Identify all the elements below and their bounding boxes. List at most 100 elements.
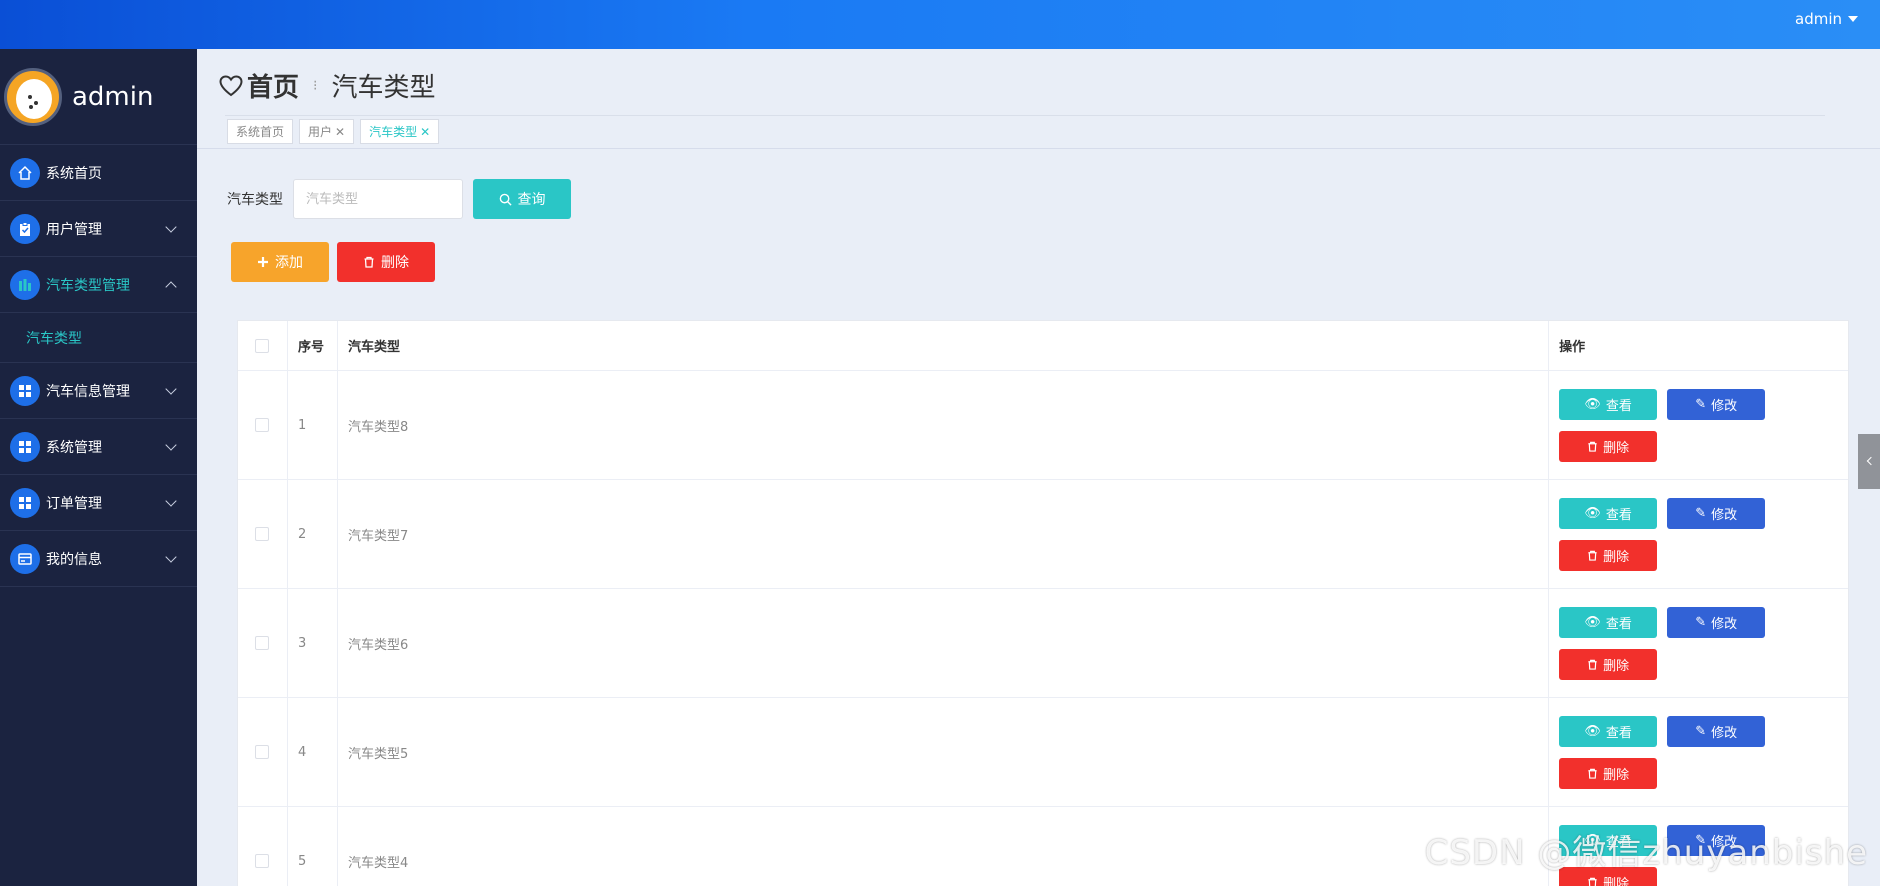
row-checkbox[interactable] [255, 745, 270, 759]
bulk-delete-button-label: 删除 [381, 255, 409, 271]
main-content: 首页 ⁝ 汽车类型 系统首页 用户 ✕ 汽车类型 ✕ 汽车类型 查询 [197, 49, 1880, 886]
edit-button[interactable]: ✎ 修改 [1667, 497, 1766, 529]
sidebar-item-label: 订单管理 [46, 495, 102, 512]
sidebar-item-home[interactable]: 系统首页 [0, 145, 197, 201]
sidebar-item-car-type-management[interactable]: 汽车类型管理 [0, 257, 197, 313]
search-button[interactable]: 查询 [473, 179, 571, 219]
row-index: 3 [288, 589, 338, 697]
edit-button-label: 修改 [1711, 725, 1738, 741]
tag-label: 用户 [308, 125, 333, 139]
sidebar-item-order-management[interactable]: 订单管理 [0, 475, 197, 531]
row-checkbox[interactable] [255, 527, 270, 541]
edit-button[interactable]: ✎ 修改 [1667, 715, 1766, 747]
search-bar: 汽车类型 查询 [227, 179, 571, 219]
row-checkbox[interactable] [255, 636, 270, 650]
delete-button[interactable]: 删除 [1559, 757, 1658, 789]
row-actions: 👁 查看 ✎ 修改 删除 [1549, 589, 1848, 697]
view-button[interactable]: 👁 查看 [1559, 715, 1658, 747]
row-checkbox-cell [238, 589, 288, 697]
select-all-checkbox[interactable] [255, 338, 270, 353]
sidebar-item-user-management[interactable]: 用户管理 [0, 201, 197, 257]
row-index: 1 [288, 371, 338, 479]
table-row: 2 汽车类型7 👁 查看 ✎ 修改 删除 [238, 480, 1848, 589]
avatar-eye [34, 100, 38, 105]
add-button[interactable]: 添加 [231, 242, 329, 282]
close-icon[interactable]: ✕ [420, 125, 430, 139]
row-type: 汽车类型4 [338, 807, 1550, 886]
tags-view: 系统首页 用户 ✕ 汽车类型 ✕ [227, 119, 440, 144]
avatar-eye [29, 104, 33, 109]
row-type: 汽车类型6 [338, 589, 1550, 697]
top-bar: admin [0, 0, 1880, 49]
add-button-label: 添加 [275, 255, 303, 271]
view-button[interactable]: 👁 查看 [1559, 497, 1658, 529]
sidebar-item-label: 我的信息 [46, 551, 102, 568]
toolbar: 添加 删除 [231, 242, 435, 282]
close-icon[interactable]: ✕ [335, 125, 345, 139]
watermark: CSDN @微信zhuyanbishe [1424, 833, 1868, 873]
edit-icon: ✎ [1695, 614, 1707, 630]
eye-icon: 👁 [1584, 723, 1601, 739]
delete-button[interactable]: 删除 [1559, 539, 1658, 571]
delete-button-label: 删除 [1603, 440, 1630, 456]
row-type: 汽车类型8 [338, 371, 1550, 479]
sidebar-item-my-info[interactable]: 我的信息 [0, 531, 197, 587]
row-checkbox[interactable] [255, 418, 270, 432]
delete-button[interactable]: 删除 [1559, 648, 1658, 680]
row-checkbox[interactable] [255, 854, 270, 868]
sidebar-subitem-car-type[interactable]: 汽车类型 [0, 313, 197, 363]
plus-icon [258, 257, 268, 267]
eye-icon: 👁 [1584, 396, 1601, 412]
data-table: 序号 汽车类型 操作 1 汽车类型8 👁 查看 ✎ 修改 删除 2 汽车类型7 👁 查… [237, 320, 1849, 886]
chevron-down-icon [165, 221, 177, 233]
chevron-down-icon [165, 551, 177, 563]
view-button[interactable]: 👁 查看 [1559, 388, 1658, 420]
search-button-label: 查询 [517, 192, 546, 208]
trash-icon [1588, 659, 1597, 670]
heart-icon [219, 74, 243, 96]
sidebar-item-label: 系统首页 [46, 165, 102, 182]
chevron-down-icon [165, 495, 177, 507]
bulk-delete-button[interactable]: 删除 [337, 242, 435, 282]
delete-button[interactable]: 删除 [1559, 430, 1658, 462]
settings-drawer-handle[interactable] [1858, 434, 1880, 489]
view-button[interactable]: 👁 查看 [1559, 606, 1658, 638]
eye-icon: 👁 [1584, 505, 1601, 521]
edit-button[interactable]: ✎ 修改 [1667, 388, 1766, 420]
chevron-up-icon [165, 281, 177, 293]
sidebar-item-label: 汽车信息管理 [46, 383, 130, 400]
tag-system-home[interactable]: 系统首页 [227, 119, 294, 144]
edit-button-label: 修改 [1711, 398, 1738, 414]
header-checkbox-cell [238, 321, 288, 370]
trash-icon [1588, 441, 1597, 452]
table-row: 3 汽车类型6 👁 查看 ✎ 修改 删除 [238, 589, 1848, 698]
breadcrumb-current: 汽车类型 [331, 73, 436, 103]
user-menu[interactable]: admin [1795, 10, 1858, 28]
delete-button-label: 删除 [1603, 549, 1630, 565]
table-row: 1 汽车类型8 👁 查看 ✎ 修改 删除 [238, 371, 1848, 480]
edit-button-label: 修改 [1711, 616, 1738, 632]
breadcrumb: 首页 ⁝ 汽车类型 [219, 67, 435, 104]
sidebar-item-car-info-management[interactable]: 汽车信息管理 [0, 363, 197, 419]
chevron-down-icon [165, 439, 177, 451]
submenu-label: 汽车类型 [26, 330, 82, 347]
header-ops: 操作 [1559, 340, 1586, 355]
grid-icon [10, 431, 40, 462]
search-label: 汽车类型 [227, 192, 283, 208]
tag-user[interactable]: 用户 ✕ [299, 119, 355, 144]
avatar-eye [28, 94, 32, 99]
sidebar-item-system-management[interactable]: 系统管理 [0, 419, 197, 475]
avatar-face [16, 78, 52, 119]
breadcrumb-home[interactable]: 首页 [247, 67, 299, 104]
sidebar-item-label: 用户管理 [46, 221, 102, 238]
tag-car-type[interactable]: 汽车类型 ✕ [360, 119, 440, 144]
edit-button[interactable]: ✎ 修改 [1667, 606, 1766, 638]
search-input[interactable] [293, 179, 463, 219]
avatar [4, 67, 62, 126]
tag-label: 汽车类型 [369, 125, 418, 139]
row-actions: 👁 查看 ✎ 修改 删除 [1549, 371, 1848, 479]
trash-icon [364, 256, 374, 268]
profile-name: admin [72, 81, 154, 112]
sidebar: admin 系统首页 用户管理 汽车类型管理 汽车类型 汽车信息管理 系统管理 … [0, 49, 197, 886]
header-index: 序号 [288, 321, 338, 370]
